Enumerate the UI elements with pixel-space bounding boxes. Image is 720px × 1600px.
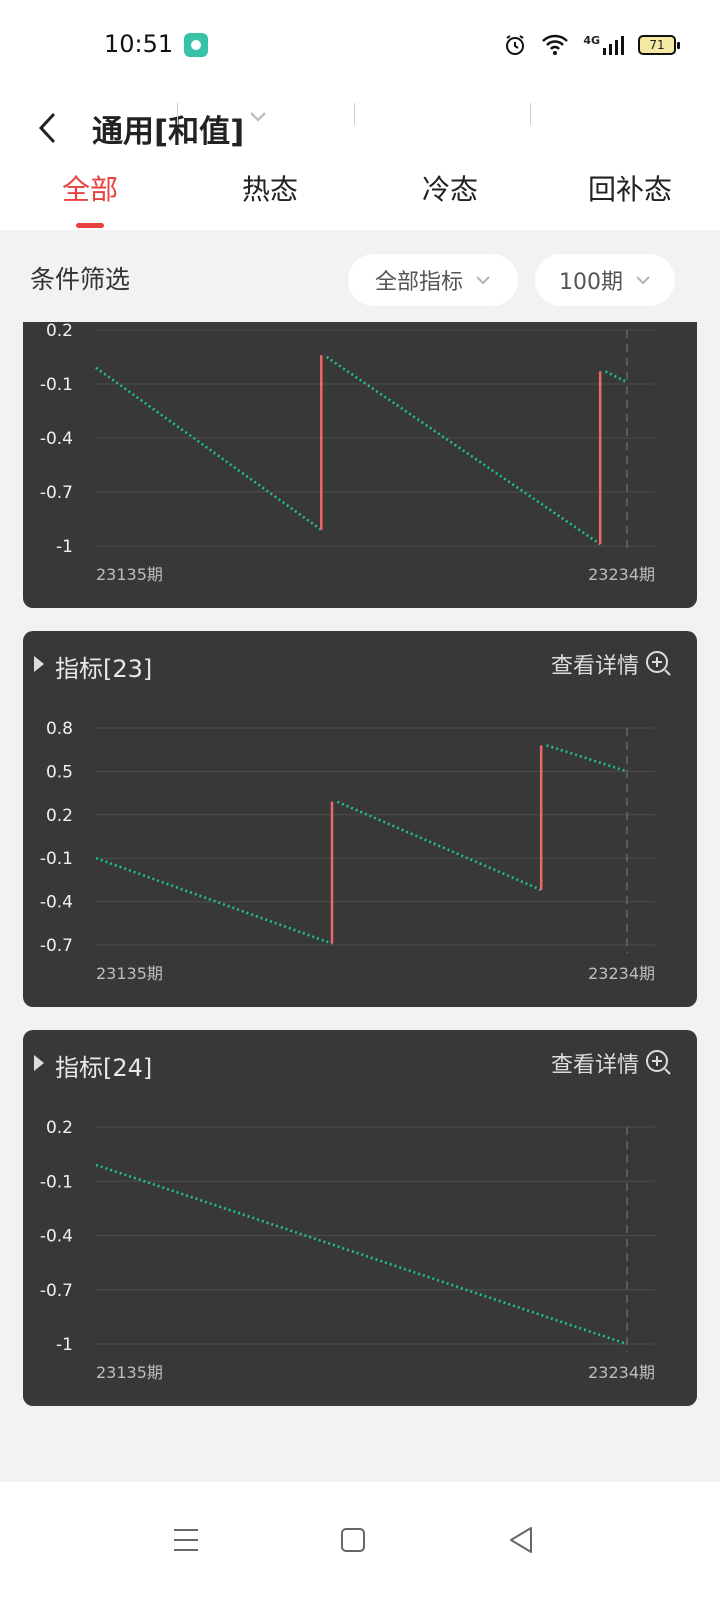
page-title[interactable]: 通用[和值] [92, 106, 244, 151]
back-triangle-icon[interactable] [502, 1520, 542, 1560]
view-detail-button[interactable]: 查看详情 [551, 648, 673, 680]
card-title: 指标[24] [55, 1054, 153, 1082]
tab-divider [354, 103, 355, 125]
y-tick-label: -0.7 [40, 483, 73, 503]
card-title: 指标[23] [55, 655, 153, 683]
y-tick-label: -0.4 [40, 1227, 73, 1247]
chevron-down-icon[interactable] [246, 104, 270, 128]
zoom-in-icon [646, 1050, 671, 1075]
status-bar: 10:51 4G 71 [0, 0, 720, 90]
tab-hot[interactable]: 热态 [180, 170, 360, 230]
y-tick-label: -1 [56, 1335, 73, 1355]
indicator-chart: 0.8 0.5 0.2 -0.1 -0.4 -0.7 23135期 23234期 [40, 719, 655, 983]
indicator-chart: 0.2 -0.1 -0.4 -0.7 -1 23135期 23234期 [40, 1118, 655, 1382]
expand-triangle-icon[interactable] [34, 656, 44, 672]
tab-cold[interactable]: 冷态 [360, 170, 540, 230]
back-arrow-icon[interactable] [30, 108, 70, 148]
zoom-in-icon [646, 651, 671, 676]
series-line-segment [604, 370, 628, 384]
series-line-segment [95, 366, 323, 531]
x-tick-label-start: 23135期 [96, 1363, 163, 1382]
filter-label: 条件筛选 [30, 265, 131, 294]
system-nav-bar [0, 1482, 720, 1600]
battery-icon: 71 [638, 35, 680, 55]
header: 通用[和值] 全部 热态 冷态 回补态 [0, 90, 720, 230]
view-detail-label: 查看详情 [550, 1053, 639, 1078]
x-tick-label-start: 23135期 [96, 964, 163, 983]
alarm-icon [506, 35, 525, 55]
wifi-icon [542, 34, 569, 55]
indicator-card: 0.2 -0.1 -0.4 -0.7 -1 23135期 23234期 [23, 321, 697, 608]
series-line-segment [546, 744, 628, 773]
tab-rebound[interactable]: 回补态 [540, 170, 720, 230]
status-time: 10:51 [104, 30, 174, 58]
y-tick-label: 0.2 [46, 1118, 73, 1138]
home-icon[interactable] [333, 1520, 373, 1560]
tab-bar: 全部 热态 冷态 回补态 [0, 170, 720, 230]
indicator-card: 指标[24] 查看详情 0.2 -0.1 -0.4 -0.7 -1 23135期 23234… [23, 1030, 697, 1406]
y-tick-label: -0.1 [40, 375, 73, 395]
series-line-segment [95, 1163, 628, 1346]
y-tick-label: -0.7 [40, 936, 73, 956]
chevron-down-icon [636, 276, 650, 285]
expand-triangle-icon[interactable] [34, 1055, 44, 1071]
period-select[interactable]: 100期 [535, 254, 675, 306]
view-detail-button[interactable]: 查看详情 [551, 1047, 673, 1079]
status-icons: 4G 71 [503, 32, 680, 58]
y-tick-label: 0.2 [46, 321, 73, 341]
series-line-segment [95, 856, 333, 945]
card-header[interactable]: 指标[24] 查看详情 [23, 1030, 697, 1096]
y-tick-label: -0.4 [40, 893, 73, 913]
y-tick-label: -0.7 [40, 1281, 73, 1301]
view-detail-label: 查看详情 [550, 654, 639, 679]
app-notification-icon [184, 33, 208, 57]
y-tick-label: -0.1 [40, 1172, 73, 1192]
indicator-select[interactable]: 全部指标 [348, 254, 518, 306]
tab-divider [177, 103, 178, 125]
tab-all[interactable]: 全部 [0, 170, 180, 230]
x-tick-label-start: 23135期 [96, 565, 163, 584]
y-tick-label: -0.1 [40, 849, 73, 869]
indicator-chart: 0.2 -0.1 -0.4 -0.7 -1 23135期 23234期 [40, 321, 655, 584]
y-tick-label: 0.8 [46, 719, 73, 739]
card-header[interactable]: 指标[23] 查看详情 [23, 631, 697, 697]
network-type: 4G [583, 34, 600, 47]
chevron-down-icon [476, 276, 490, 285]
indicator-select-label: 全部指标 [374, 270, 463, 295]
y-tick-label: 0.2 [46, 806, 73, 826]
x-tick-label-end: 23234期 [588, 964, 655, 983]
indicator-card: 指标[23] 查看详情 0.8 0.5 0.2 -0.1 -0.4 -0.7 23135期 2… [23, 631, 697, 1007]
series-line-segment [325, 355, 601, 546]
y-tick-label: 0.5 [46, 762, 73, 782]
signal-icon: 4G [583, 34, 624, 56]
y-tick-label: -1 [56, 537, 73, 557]
y-tick-label: -0.4 [40, 429, 73, 449]
x-tick-label-end: 23234期 [588, 565, 655, 584]
menu-icon[interactable] [166, 1520, 206, 1560]
period-select-label: 100期 [559, 270, 623, 295]
x-tick-label-end: 23234期 [588, 1363, 655, 1382]
tab-divider [530, 103, 531, 125]
